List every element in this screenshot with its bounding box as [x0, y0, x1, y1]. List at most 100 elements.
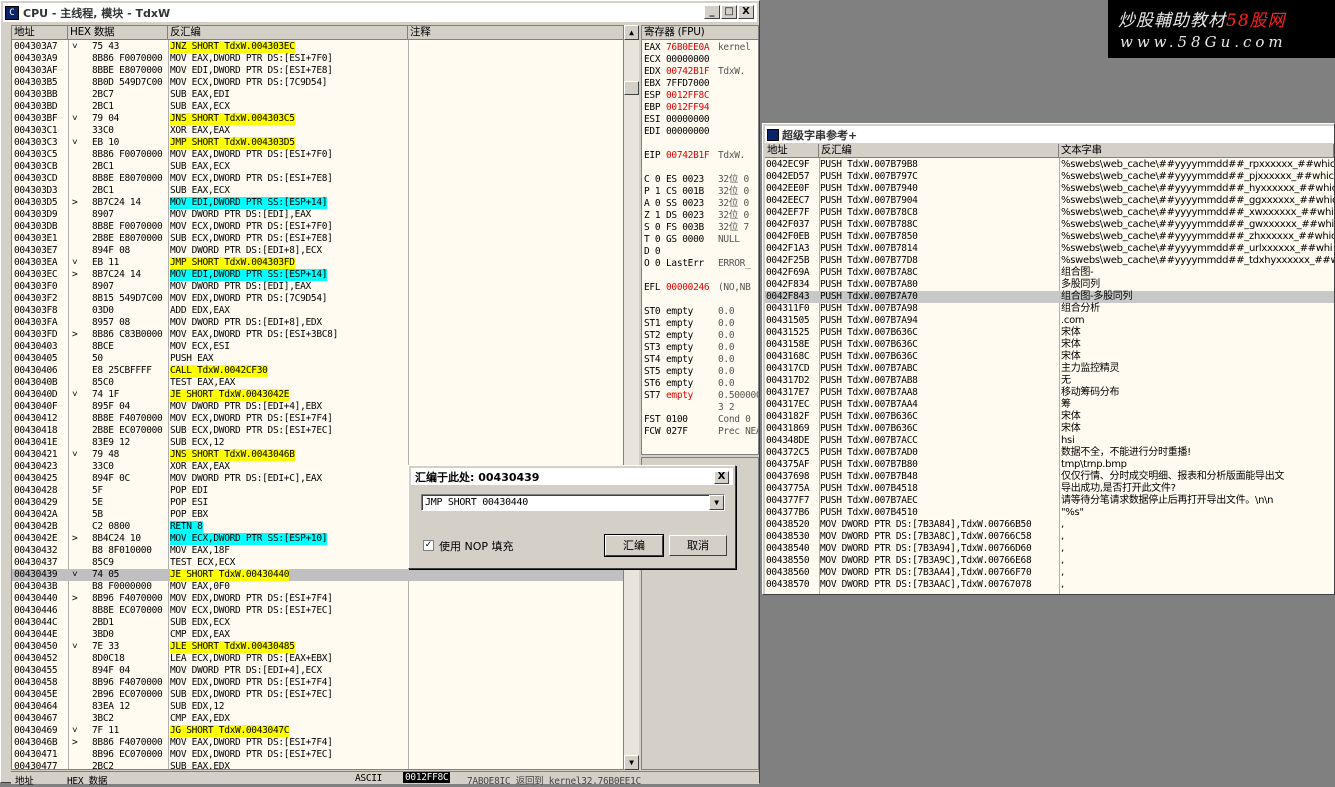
scroll-up-arrow-icon[interactable]: ▲: [624, 25, 639, 40]
col-header-address[interactable]: 地址: [765, 144, 819, 158]
disasm-row[interactable]: 004303DB 8B8E F0070000 MOV ECX,DWORD PTR D…: [12, 221, 630, 233]
register-line[interactable]: 3 2: [644, 402, 735, 414]
disassembly-pane[interactable]: 地址 HEX 数据 反汇编 注释 004303A7 ˅ 75 43 JNZ SHORT…: [11, 25, 639, 770]
register-line[interactable]: A 0 SS 0023 32位 0: [644, 198, 749, 210]
disasm-row[interactable]: 004303D3 2BC1 SUB EAX,ECX: [12, 185, 630, 197]
string-ref-row[interactable]: 00438550 MOV DWORD PTR DS:[7B3A9C],TdxW.0…: [765, 555, 1334, 567]
register-line[interactable]: S 0 FS 003B 32位 7: [644, 222, 749, 234]
register-line[interactable]: D 0: [644, 246, 718, 258]
register-line[interactable]: ST4 empty 0.0: [644, 354, 735, 366]
disasm-row[interactable]: 004303F2 8B15 549D7C00 MOV EDX,DWORD PTR D…: [12, 293, 630, 305]
disasm-row[interactable]: 00430458 8B96 F4070000 MOV EDX,DWORD PTR D…: [12, 677, 630, 689]
dialog-close-button[interactable]: X: [714, 471, 729, 484]
register-line[interactable]: EBX 7FFD7000: [644, 78, 718, 90]
disasm-row[interactable]: 004303E1 2B8E E8070000 SUB ECX,DWORD PTR D…: [12, 233, 630, 245]
disasm-row[interactable]: 004303A7 ˅ 75 43 JNZ SHORT TdxW.004303EC: [12, 41, 630, 53]
string-ref-row[interactable]: 004311F0 PUSH TdxW.007B7A98 组合分析: [765, 303, 1334, 315]
string-ref-row[interactable]: 00438530 MOV DWORD PTR DS:[7B3A8C],TdxW.0…: [765, 531, 1334, 543]
register-line[interactable]: Z 1 DS 0023 32位 0: [644, 210, 749, 222]
register-line[interactable]: [644, 162, 718, 174]
cancel-button[interactable]: 取消: [669, 535, 727, 556]
disasm-row[interactable]: 00430418 2B8E EC070000 SUB ECX,DWORD PTR D…: [12, 425, 630, 437]
minimize-button[interactable]: _: [704, 5, 720, 19]
disasm-row[interactable]: 004303BF ˅ 79 04 JNS SHORT TdxW.004303C5: [12, 113, 630, 125]
disasm-row[interactable]: 0043040F 895F 04 MOV DWORD PTR DS:[EDI+4],…: [12, 401, 630, 413]
register-line[interactable]: ESI 00000000: [644, 114, 718, 126]
string-ref-row[interactable]: 00438540 MOV DWORD PTR DS:[7B3A94],TdxW.0…: [765, 543, 1334, 555]
string-ref-row[interactable]: 00431869 PUSH TdxW.007B636C 宋体: [765, 423, 1334, 435]
disasm-row[interactable]: 00430406 E8 25CBFFFF CALL TdxW.0042CF30: [12, 365, 630, 377]
register-line[interactable]: [644, 138, 718, 150]
string-ref-row[interactable]: 0042F25B PUSH TdxW.007B77D8 %swebs\web_cac…: [765, 255, 1334, 267]
string-ref-row[interactable]: 0042EF7F PUSH TdxW.007B78C8 %swebs\web_cac…: [765, 207, 1334, 219]
string-ref-row[interactable]: 0042EC9F PUSH TdxW.007B79B8 %swebs\web_cac…: [765, 159, 1334, 171]
combo-dropdown-arrow-icon[interactable]: ▼: [709, 495, 724, 510]
register-line[interactable]: FCW 027F Prec NEAR: [644, 426, 758, 438]
disasm-row[interactable]: 00430421 ˅ 79 48 JNS SHORT TdxW.0043046B: [12, 449, 630, 461]
maximize-button[interactable]: □: [721, 5, 737, 19]
string-ref-row[interactable]: 0043775A PUSH TdxW.007B4518 导出成功,是否打开此文件?: [765, 483, 1334, 495]
string-ref-row[interactable]: 004317E7 PUSH TdxW.007B7AA8 移动筹码分布: [765, 387, 1334, 399]
disasm-row[interactable]: 004303EA ˅ EB 11 JMP SHORT TdxW.004303FD: [12, 257, 630, 269]
disasm-row[interactable]: 00430440 >8B96 F4070000 MOV EDX,DWORD PTR …: [12, 593, 630, 605]
register-line[interactable]: FST 0100 Cond 0: [644, 414, 751, 426]
string-reference-table[interactable]: 地址 反汇编 文本字串 0042EC9F PUSH TdxW.007B79B8 %s…: [765, 144, 1334, 594]
string-ref-row[interactable]: 004372C5 PUSH TdxW.007B7AD0 数据不全，不能进行分时重播!: [765, 447, 1334, 459]
string-ref-row[interactable]: 0042EE0F PUSH TdxW.007B7940 %swebs\web_cac…: [765, 183, 1334, 195]
register-line[interactable]: EDX 00742B1F TdxW.: [644, 66, 745, 78]
disasm-row[interactable]: 004303CD 8B8E E8070000 MOV ECX,DWORD PTR D…: [12, 173, 630, 185]
disasm-row[interactable]: 004303CB 2BC1 SUB EAX,ECX: [12, 161, 630, 173]
disasm-row[interactable]: 0043043B B8 F0000000 MOV EAX,0F0: [12, 581, 630, 593]
string-ref-row[interactable]: 0042F1A3 PUSH TdxW.007B7814 %swebs\web_cac…: [765, 243, 1334, 255]
register-line[interactable]: T 0 GS 0000 NULL: [644, 234, 740, 246]
disasm-row[interactable]: 004303B5 8B0D 549D7C00 MOV ECX,DWORD PTR D…: [12, 77, 630, 89]
disasm-row[interactable]: 0043045E 2B96 EC070000 SUB EDX,DWORD PTR D…: [12, 689, 630, 701]
register-line[interactable]: EIP 00742B1F TdxW.: [644, 150, 745, 162]
disasm-row[interactable]: 0043041E 83E9 12 SUB ECX,12: [12, 437, 630, 449]
register-line[interactable]: ST2 empty 0.0: [644, 330, 735, 342]
disasm-row[interactable]: 004303BD 2BC1 SUB EAX,ECX: [12, 101, 630, 113]
disasm-row[interactable]: 0043040B 85C0 TEST EAX,EAX: [12, 377, 630, 389]
stack-address[interactable]: 0012FF8C: [403, 772, 451, 783]
col-header-disasm[interactable]: 反汇编: [819, 144, 1059, 158]
disasm-row[interactable]: 00430452 8D0C18 LEA ECX,DWORD PTR DS:[EAX+…: [12, 653, 630, 665]
string-ref-row[interactable]: 0042F0EB PUSH TdxW.007B7850 %swebs\web_cac…: [765, 231, 1334, 243]
nop-fill-checkbox[interactable]: ✓: [423, 540, 434, 551]
register-line[interactable]: EAX 76B0EE0A kernel: [644, 42, 751, 54]
register-line[interactable]: [644, 294, 718, 306]
string-ref-row[interactable]: 00438560 MOV DWORD PTR DS:[7B3AA4],TdxW.0…: [765, 567, 1334, 579]
register-line[interactable]: EBP 0012FF94: [644, 102, 718, 114]
cpu-window-titlebar[interactable]: C CPU - 主线程, 模块 - TdxW _ □ X: [3, 3, 757, 22]
register-line[interactable]: EFL 00000246 (NO,NB: [644, 282, 751, 294]
assemble-instruction-combo[interactable]: JMP SHORT 00430440 ▼: [421, 494, 725, 511]
register-line[interactable]: EDI 00000000: [644, 126, 718, 138]
string-ref-row[interactable]: 004317EC PUSH TdxW.007B7AA4 筹: [765, 399, 1334, 411]
registers-pane[interactable]: 寄存器 (FPU) EAX 76B0EE0A kernel ECX 00000000 ED…: [641, 25, 759, 455]
dump-col-address[interactable]: 地址: [15, 773, 34, 787]
register-line[interactable]: [644, 270, 718, 282]
disasm-row[interactable]: 004303F8 03D0 ADD EDX,EAX: [12, 305, 630, 317]
string-ref-row[interactable]: 0042F037 PUSH TdxW.007B788C %swebs\web_cac…: [765, 219, 1334, 231]
disasm-row[interactable]: 00430455 894F 04 MOV DWORD PTR DS:[EDI+4],…: [12, 665, 630, 677]
disasm-row[interactable]: 004303BB 2BC7 SUB EAX,EDI: [12, 89, 630, 101]
scroll-thumb[interactable]: [624, 81, 639, 95]
disasm-row[interactable]: 004303EC >8B7C24 14 MOV EDI,DWORD PTR SS:[…: [12, 269, 630, 281]
register-line[interactable]: C 0 ES 0023 32位 0: [644, 174, 749, 186]
disasm-row[interactable]: 00430405 50 PUSH EAX: [12, 353, 630, 365]
disasm-row[interactable]: 004303C3 ˅ EB 10 JMP SHORT TdxW.004303D5: [12, 137, 630, 149]
string-ref-row[interactable]: 0042F834 PUSH TdxW.007B7A80 多股同列: [765, 279, 1334, 291]
col-header-disasm[interactable]: 反汇编: [168, 26, 408, 40]
string-ref-row[interactable]: 0043182F PUSH TdxW.007B636C 宋体: [765, 411, 1334, 423]
disasm-row[interactable]: 004303E7 894F 08 MOV DWORD PTR DS:[EDI+8],…: [12, 245, 630, 257]
register-line[interactable]: O 0 LastErr ERROR_: [644, 258, 751, 270]
disasm-row[interactable]: 004303FD >8B86 C83B0000 MOV EAX,DWORD PTR …: [12, 329, 630, 341]
dump-col-hex[interactable]: HEX 数据: [67, 773, 107, 787]
disasm-row[interactable]: 004303AF 8BBE E8070000 MOV EDI,DWORD PTR D…: [12, 65, 630, 77]
string-ref-row[interactable]: 0043158E PUSH TdxW.007B636C 宋体: [765, 339, 1334, 351]
disasm-row[interactable]: 00430412 8B8E F4070000 MOV ECX,DWORD PTR D…: [12, 413, 630, 425]
disasm-row[interactable]: 00430439 ˅ 74 05 JE SHORT TdxW.00430440: [12, 569, 630, 581]
disasm-row[interactable]: 00430446 8B8E EC070000 MOV ECX,DWORD PTR D…: [12, 605, 630, 617]
string-ref-row[interactable]: 00437698 PUSH TdxW.007B7B48 仅仅行情、分时成交明细、报表…: [765, 471, 1334, 483]
disasm-row[interactable]: 0043044E 3BD0 CMP EDX,EAX: [12, 629, 630, 641]
string-ref-row[interactable]: 0042ED57 PUSH TdxW.007B797C %swebs\web_cac…: [765, 171, 1334, 183]
